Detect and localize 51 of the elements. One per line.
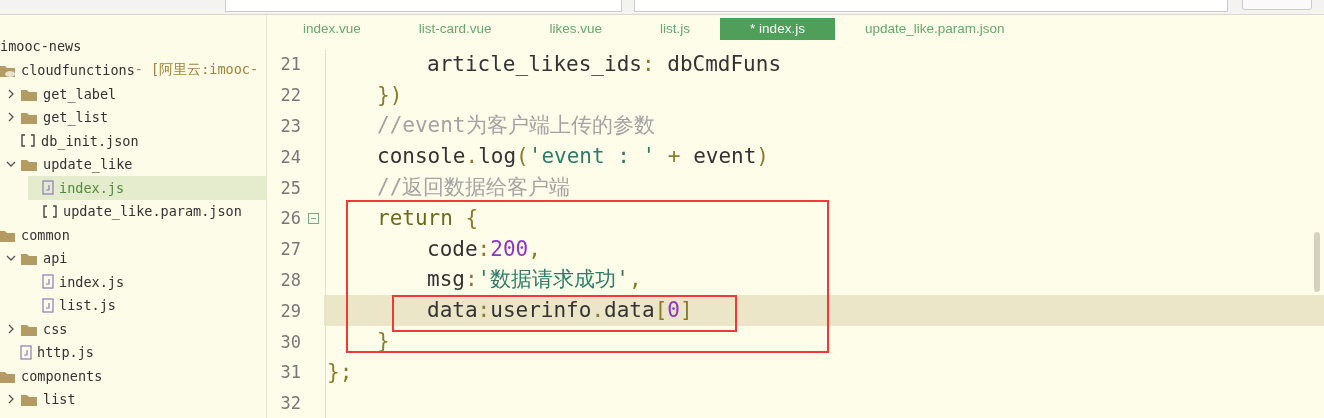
code-line: //返回数据给客户端: [377, 177, 571, 199]
tree-item[interactable]: list.js: [28, 293, 266, 317]
tree-item[interactable]: css: [6, 317, 266, 341]
code-line: return {: [377, 207, 479, 229]
line-number: 29: [279, 300, 301, 321]
scrollbar[interactable]: [1314, 232, 1320, 292]
line-number: 24: [279, 146, 301, 167]
code-line: msg:'数据请求成功',: [427, 269, 642, 291]
project-name[interactable]: imooc-news: [0, 35, 82, 59]
line-number: 26: [279, 208, 301, 229]
chevron-right-icon[interactable]: [6, 112, 16, 123]
tree-item[interactable]: update_like.param.json: [28, 199, 266, 223]
chevron-right-icon[interactable]: [6, 88, 16, 99]
tree-item[interactable]: common: [0, 223, 266, 247]
tree-item[interactable]: db_init.json: [6, 129, 266, 153]
tree-item[interactable]: index.js: [28, 270, 266, 294]
code-line: console.log('event : ' + event): [377, 146, 769, 168]
brackets-icon: [42, 203, 58, 219]
tree-item[interactable]: get_label: [6, 82, 266, 106]
code-line: data:userinfo.data[0]: [427, 300, 693, 322]
line-number: 25: [279, 177, 301, 198]
file-icon: [20, 344, 32, 360]
line-number: 32: [279, 393, 301, 414]
brackets-icon: [20, 133, 36, 149]
tree-item[interactable]: get_list: [6, 105, 266, 129]
line-number: 30: [279, 331, 301, 352]
chevron-right-icon[interactable]: [6, 394, 16, 405]
line-number: 22: [279, 85, 301, 106]
tree-item[interactable]: components: [0, 364, 266, 388]
line-number: 27: [279, 239, 301, 260]
line-number: 21: [279, 54, 301, 75]
chevron-right-icon[interactable]: [6, 323, 16, 334]
code-line: };: [327, 361, 353, 383]
line-number: 23: [279, 116, 301, 136]
code-line: //event为客户端上传的参数: [377, 115, 655, 137]
code-line: code:200,: [427, 238, 541, 260]
tree-item[interactable]: update_like: [6, 152, 266, 176]
tree-item[interactable]: http.js: [6, 340, 266, 364]
tree-item[interactable]: list: [6, 387, 266, 411]
file-icon: [42, 180, 54, 196]
cloud-label: - [阿里云:imooc-: [134, 61, 259, 80]
code-line: }): [377, 84, 403, 106]
file-icon: [42, 297, 54, 313]
file-icon: [42, 274, 54, 290]
line-number: 28: [279, 269, 301, 290]
tree-item[interactable]: api: [6, 246, 266, 270]
tree-item[interactable]: cloudfunctions- [阿里云:imooc-: [0, 58, 266, 82]
code-line: article_likes_ids: dbCmdFuns: [427, 53, 782, 75]
line-number: 31: [279, 362, 301, 383]
tree-item[interactable]: index.js: [28, 176, 266, 200]
collapse-icon[interactable]: [307, 212, 319, 224]
